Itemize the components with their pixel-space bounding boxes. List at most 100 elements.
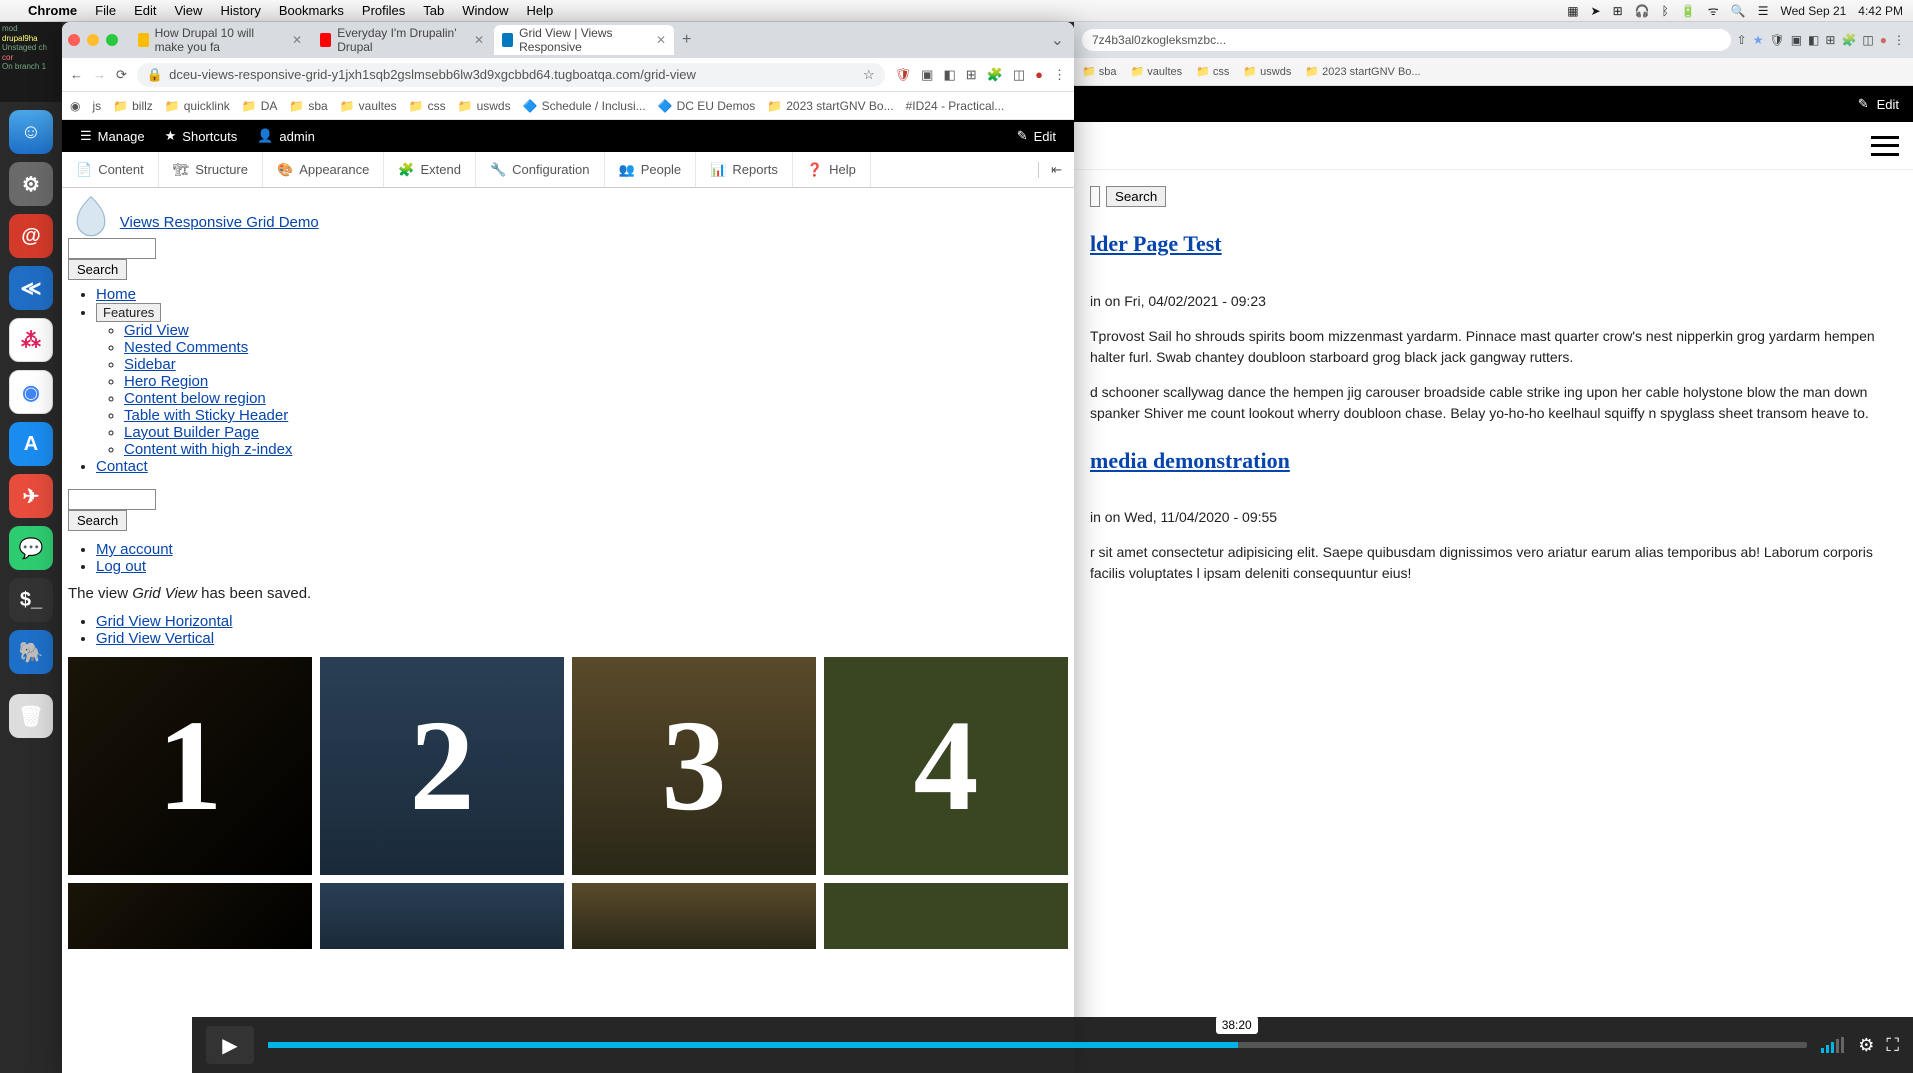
extension-icon[interactable]: ◧ xyxy=(943,67,955,83)
play-button[interactable]: ▶ xyxy=(206,1026,254,1064)
nav-sublink[interactable]: Nested Comments xyxy=(124,339,248,356)
bookmark-item[interactable]: 📁uswds xyxy=(458,99,511,113)
dock-chrome-icon[interactable]: ◉ xyxy=(9,370,53,414)
pencil-icon[interactable]: ✎ xyxy=(1858,96,1869,112)
bookmark-item[interactable]: 📁 uswds xyxy=(1243,65,1291,78)
star-icon[interactable]: ★ xyxy=(1753,33,1764,47)
nav-contact-link[interactable]: Contact xyxy=(96,458,148,475)
menu-view[interactable]: View xyxy=(174,3,202,18)
article-title-link[interactable]: media demonstration xyxy=(1090,448,1290,473)
tray-icon[interactable]: ➤ xyxy=(1591,4,1601,18)
grid-card[interactable] xyxy=(572,883,816,949)
menu-window[interactable]: Window xyxy=(462,3,508,18)
dock-trash-icon[interactable]: 🗑 xyxy=(9,694,53,738)
menubar-date[interactable]: Wed Sep 21 xyxy=(1780,4,1846,18)
close-tab-icon[interactable]: ✕ xyxy=(656,33,666,47)
article-title-link[interactable]: lder Page Test xyxy=(1090,231,1222,256)
toolbar-reports[interactable]: 📊 Reports xyxy=(696,152,793,187)
bookmark-item[interactable]: #ID24 - Practical... xyxy=(906,99,1005,113)
tray-battery-icon[interactable]: 🔋 xyxy=(1681,4,1696,18)
menu-icon[interactable]: ⋮ xyxy=(1053,67,1066,83)
menu-file[interactable]: File xyxy=(95,3,116,18)
shield-icon[interactable]: 🛡 xyxy=(1769,33,1784,47)
settings-icon[interactable]: ⚙ xyxy=(1858,1035,1874,1056)
close-window-button[interactable] xyxy=(68,34,80,46)
toolbar-extend[interactable]: 🧩 Extend xyxy=(384,152,476,187)
drupal-logo-icon[interactable] xyxy=(68,192,114,232)
tray-icon[interactable]: ⊞ xyxy=(1613,4,1623,18)
extension-icon[interactable]: ▣ xyxy=(1791,33,1802,47)
avatar-icon[interactable]: ● xyxy=(1035,67,1043,82)
toolbar-help[interactable]: ❓ Help xyxy=(793,152,871,187)
bookmark-item[interactable]: 📁vaultes xyxy=(340,99,397,113)
bookmark-item[interactable]: 📁billz xyxy=(113,99,153,113)
reload-button[interactable]: ⟳ xyxy=(116,67,127,83)
grid-card[interactable]: 2 xyxy=(320,657,564,875)
toolbar-configuration[interactable]: 🔧 Configuration xyxy=(476,152,605,187)
nav-sublink[interactable]: Layout Builder Page xyxy=(124,424,259,441)
search-button[interactable]: Search xyxy=(68,510,127,531)
extension-icon[interactable]: ◧ xyxy=(1808,33,1819,47)
menubar-time[interactable]: 4:42 PM xyxy=(1858,4,1903,18)
nav-sublink[interactable]: Content with high z-index xyxy=(124,441,292,458)
manage-button[interactable]: ☰Manage xyxy=(70,120,155,152)
toolbar-people[interactable]: 👥 People xyxy=(605,152,697,187)
close-tab-icon[interactable]: ✕ xyxy=(292,33,302,47)
shield-icon[interactable]: 🛡 xyxy=(895,67,912,83)
dock-vscode-icon[interactable]: ≪ xyxy=(9,266,53,310)
site-name-link[interactable]: Views Responsive Grid Demo xyxy=(120,214,319,231)
bookmark-item[interactable]: 📁sba xyxy=(289,99,327,113)
browser-tab[interactable]: Everyday I'm Drupalin' Drupal✕ xyxy=(312,25,492,55)
user-account-link[interactable]: My account xyxy=(96,541,173,558)
tray-bluetooth-icon[interactable]: ᛒ xyxy=(1662,4,1669,18)
lock-icon[interactable]: 🔒 xyxy=(147,67,163,83)
search-input[interactable] xyxy=(68,238,156,259)
user-button[interactable]: 👤admin xyxy=(247,120,325,152)
avatar-icon[interactable]: ● xyxy=(1880,33,1887,47)
minimize-window-button[interactable] xyxy=(87,34,99,46)
bookmark-item[interactable]: 📁quicklink xyxy=(165,99,230,113)
nav-sublink[interactable]: Hero Region xyxy=(124,373,208,390)
grid-card[interactable] xyxy=(320,883,564,949)
background-chrome-window[interactable]: 7z4b3al0zkogleksmzbc... ⇧ ★ 🛡 ▣ ◧ ⊞ 🧩 ◫ … xyxy=(1074,22,1913,1073)
nav-sublink[interactable]: Table with Sticky Header xyxy=(124,407,288,424)
maximize-window-button[interactable] xyxy=(106,34,118,46)
new-tab-button[interactable]: + xyxy=(682,31,691,49)
toolbar-orientation-toggle[interactable]: ⇤ xyxy=(1038,162,1074,178)
tab-dropdown-icon[interactable]: ⌄ xyxy=(1051,30,1064,50)
tray-search-icon[interactable]: 🔍 xyxy=(1731,4,1746,18)
browser-tab[interactable]: Grid View | Views Responsive✕ xyxy=(494,25,674,55)
bookmark-item[interactable]: 📁2023 startGNV Bo... xyxy=(767,99,893,113)
nav-sublink[interactable]: Sidebar xyxy=(124,356,176,373)
menu-help[interactable]: Help xyxy=(527,3,554,18)
address-bar[interactable]: 7z4b3al0zkogleksmzbc... xyxy=(1082,29,1731,51)
volume-icon[interactable] xyxy=(1821,1037,1844,1053)
address-bar[interactable]: 🔒 dceu-views-responsive-grid-y1jxh1sqb2g… xyxy=(137,63,885,87)
puzzle-icon[interactable]: 🧩 xyxy=(987,67,1003,83)
grid-card[interactable] xyxy=(68,883,312,949)
share-icon[interactable]: ⇧ xyxy=(1737,33,1747,47)
extension-icon[interactable]: ▣ xyxy=(921,67,933,83)
toolbar-content[interactable]: 📄 Content xyxy=(62,152,159,187)
grid-card[interactable] xyxy=(824,883,1068,949)
grid-card[interactable]: 4 xyxy=(824,657,1068,875)
bookmark-item[interactable]: 🔷 Schedule / Inclusi... xyxy=(523,99,646,113)
bookmark-item[interactable]: js xyxy=(92,99,101,113)
menu-bookmarks[interactable]: Bookmarks xyxy=(279,3,344,18)
extension-icon[interactable]: ⊞ xyxy=(966,67,977,83)
bookmark-item[interactable]: ◉ xyxy=(70,99,80,113)
dock-terminal-icon[interactable]: $_ xyxy=(9,578,53,622)
forward-button[interactable]: → xyxy=(93,67,106,82)
extension-icon[interactable]: ⊞ xyxy=(1825,33,1835,47)
nav-sublink[interactable]: Grid View xyxy=(124,322,189,339)
bookmark-item[interactable]: 📁css xyxy=(409,99,446,113)
menu-tab[interactable]: Tab xyxy=(423,3,444,18)
panel-icon[interactable]: ◫ xyxy=(1013,67,1025,83)
dock-appstore-icon[interactable]: A xyxy=(9,422,53,466)
back-button[interactable]: ← xyxy=(70,67,83,82)
tray-headphones-icon[interactable]: 🎧 xyxy=(1635,4,1650,18)
star-icon[interactable]: ☆ xyxy=(863,67,875,83)
dock-app-icon[interactable]: 🐘 xyxy=(9,630,53,674)
tray-icon[interactable]: ▦ xyxy=(1567,4,1578,18)
search-input[interactable] xyxy=(68,489,156,510)
